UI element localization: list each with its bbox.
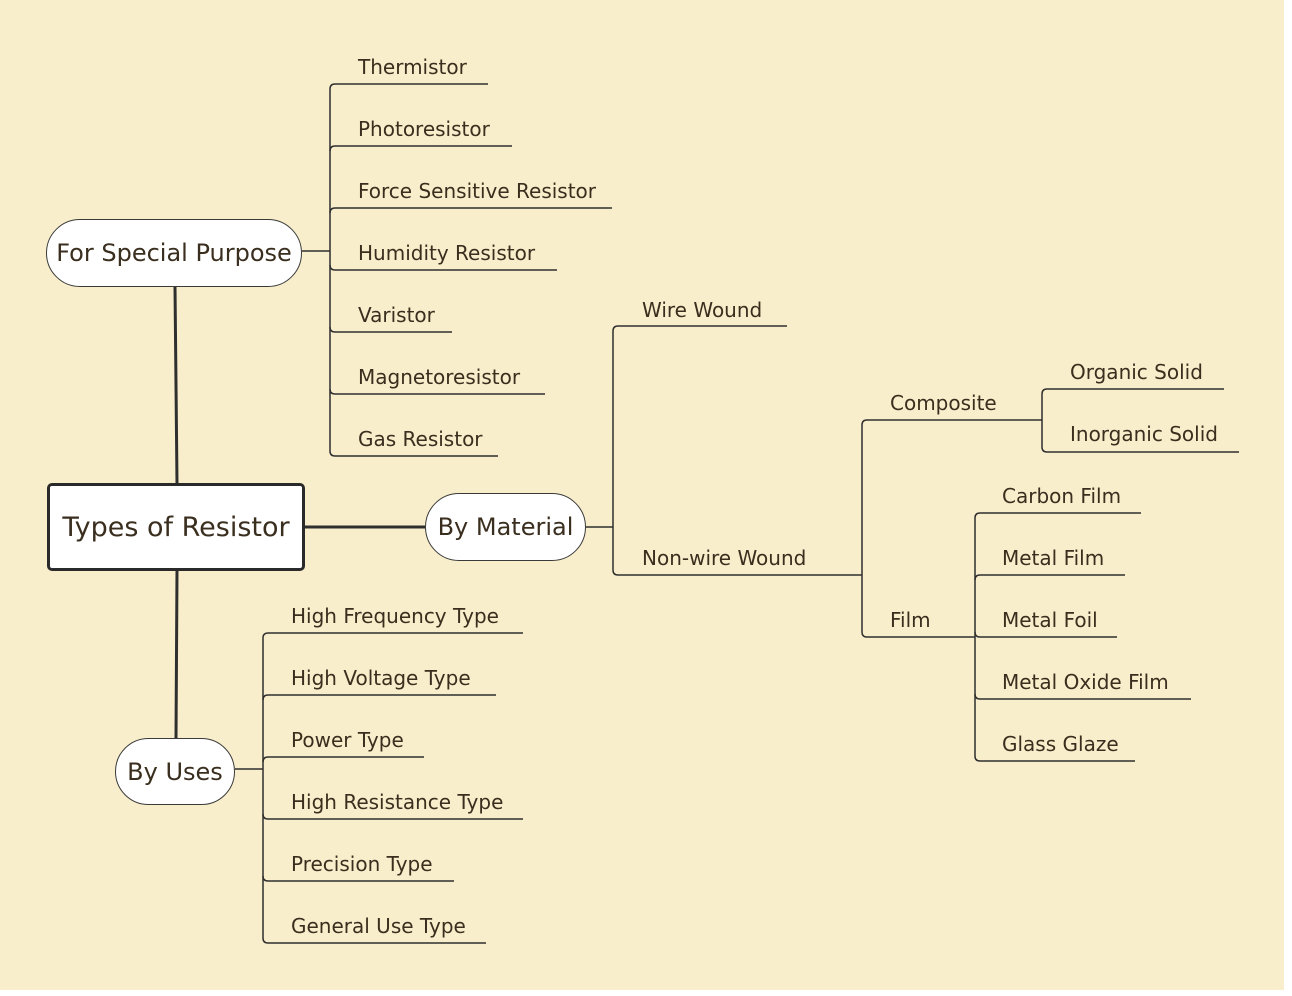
film-branch-4 [974, 755, 1135, 762]
topic-by-material[interactable]: By Material [425, 493, 586, 561]
subtopic-varistor[interactable]: Varistor [358, 303, 435, 327]
uses-branch-4 [262, 875, 454, 882]
subtopic-film[interactable]: Film [890, 608, 931, 632]
subtopic-high-voltage-type[interactable]: High Voltage Type [291, 666, 471, 690]
subtopic-magnetoresistor[interactable]: Magnetoresistor [358, 365, 520, 389]
uses-branch-0 [262, 632, 523, 639]
subtopic-metal-foil[interactable]: Metal Foil [1002, 608, 1098, 632]
subtopic-photoresistor[interactable]: Photoresistor [358, 117, 490, 141]
uses-branch-2 [262, 756, 424, 763]
film-branch-2 [974, 631, 1117, 638]
composite-branch-0 [1041, 388, 1224, 395]
subtopic-gas-resistor[interactable]: Gas Resistor [358, 427, 483, 451]
nonwire-branch-1 [861, 631, 947, 638]
subtopic-high-resistance-type[interactable]: High Resistance Type [291, 790, 503, 814]
film-branch-3 [974, 693, 1191, 700]
subtopic-carbon-film[interactable]: Carbon Film [1002, 484, 1121, 508]
subtopic-precision-type[interactable]: Precision Type [291, 852, 433, 876]
uses-branch-1 [262, 694, 496, 701]
subtopic-inorganic-solid[interactable]: Inorganic Solid [1070, 422, 1218, 446]
special-branch-3 [329, 264, 557, 271]
topic-by-uses[interactable]: By Uses [115, 738, 235, 805]
composite-branch-1 [1041, 446, 1239, 453]
film-branch-0 [974, 512, 1141, 519]
subtopic-humidity-resistor[interactable]: Humidity Resistor [358, 241, 535, 265]
special-branch-4 [329, 326, 452, 333]
uses-branch-3 [262, 813, 523, 820]
material-branch-1 [612, 569, 835, 576]
uses-branch-5 [262, 937, 486, 944]
subtopic-non-wire-wound[interactable]: Non-wire Wound [642, 546, 806, 570]
topic-label: By Uses [127, 757, 223, 786]
subtopic-force-sensitive-resistor[interactable]: Force Sensitive Resistor [358, 179, 596, 203]
special-branch-0 [329, 83, 488, 90]
special-branch-1 [329, 145, 512, 152]
subtopic-organic-solid[interactable]: Organic Solid [1070, 360, 1203, 384]
subtopic-glass-glaze[interactable]: Glass Glaze [1002, 732, 1119, 756]
subtopic-metal-film[interactable]: Metal Film [1002, 546, 1104, 570]
topic-label: For Special Purpose [56, 239, 292, 267]
subtopic-metal-oxide-film[interactable]: Metal Oxide Film [1002, 670, 1169, 694]
subtopic-thermistor[interactable]: Thermistor [358, 55, 467, 79]
material-branch-0 [612, 325, 787, 332]
nonwire-branch-0 [861, 419, 1015, 426]
special-branch-2 [329, 207, 612, 214]
trunk-to-uses [174, 570, 179, 739]
special-branch-6 [329, 450, 498, 457]
special-branch-5 [329, 388, 545, 395]
topic-label: By Material [437, 513, 574, 541]
subtopic-general-use-type[interactable]: General Use Type [291, 914, 466, 938]
subtopic-composite[interactable]: Composite [890, 391, 997, 415]
subtopic-power-type[interactable]: Power Type [291, 728, 404, 752]
trunk-to-special [173, 286, 179, 484]
film-branch-1 [974, 574, 1125, 581]
mind-map-canvas: Types of Resistor For Special Purpose By… [0, 0, 1284, 990]
central-topic-label: Types of Resistor [62, 511, 290, 543]
subtopic-high-frequency-type[interactable]: High Frequency Type [291, 604, 499, 628]
topic-for-special-purpose[interactable]: For Special Purpose [46, 219, 302, 287]
central-topic[interactable]: Types of Resistor [47, 483, 305, 571]
subtopic-wire-wound[interactable]: Wire Wound [642, 298, 762, 322]
